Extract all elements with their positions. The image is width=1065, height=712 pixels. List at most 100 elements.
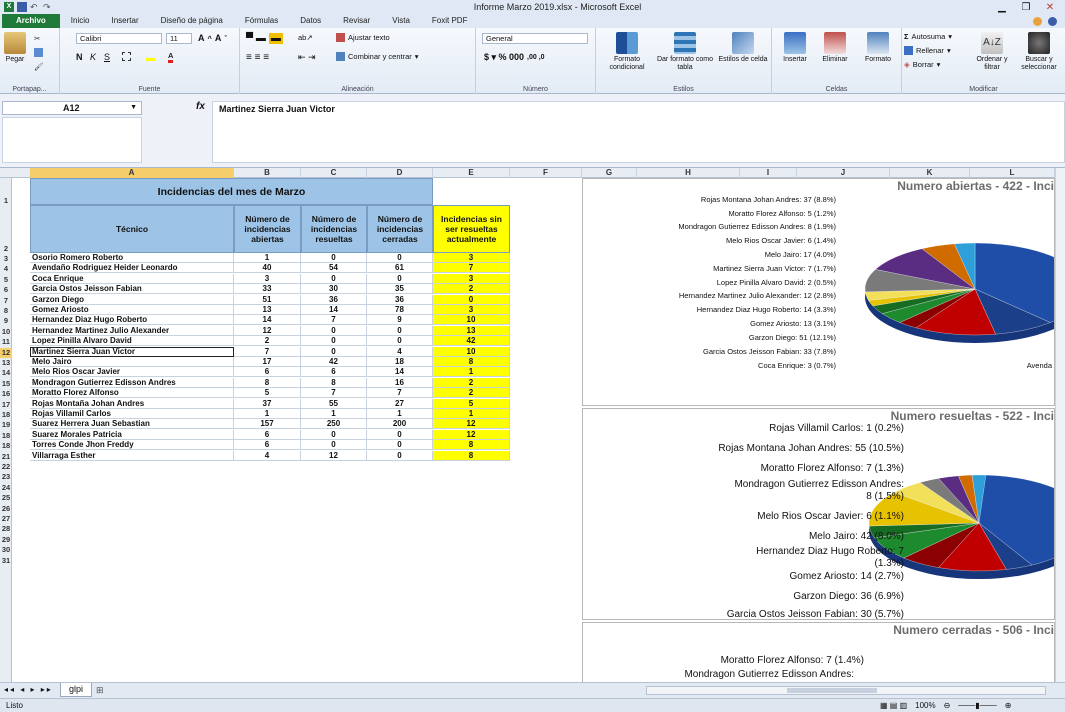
zoom-slider[interactable]: ───▮─── xyxy=(958,701,996,710)
cell-styles-button[interactable]: Estilos de celda xyxy=(718,32,768,64)
value-cell[interactable]: 0 xyxy=(301,346,367,357)
font-name-combo[interactable]: Calibri xyxy=(76,33,162,44)
value-cell[interactable]: 0 xyxy=(301,253,367,263)
close-icon[interactable]: ✕ xyxy=(1043,2,1057,13)
row-header[interactable]: 31 xyxy=(0,556,12,566)
value-cell[interactable]: 17 xyxy=(234,357,301,367)
technician-cell[interactable]: Hernandez Diaz Hugo Roberto xyxy=(30,315,234,326)
value-cell[interactable]: 0 xyxy=(301,440,367,451)
value-cell[interactable]: 42 xyxy=(301,357,367,367)
technician-cell[interactable]: Melo Rios Oscar Javier xyxy=(30,367,234,378)
row-header[interactable]: 9 xyxy=(0,316,12,326)
technician-cell[interactable]: Osorio Romero Roberto xyxy=(30,253,234,263)
minimize-icon[interactable]: ▁ xyxy=(995,2,1009,13)
value-cell[interactable]: 2 xyxy=(433,377,510,388)
row-header[interactable]: 19 xyxy=(0,420,12,430)
technician-cell[interactable]: Coca Enrique xyxy=(30,273,234,284)
column-header[interactable]: L xyxy=(970,168,1055,178)
value-cell[interactable]: 200 xyxy=(367,419,433,430)
value-cell[interactable]: 1 xyxy=(301,409,367,419)
value-cell[interactable]: 10 xyxy=(433,346,510,357)
value-cell[interactable]: 2 xyxy=(234,336,301,347)
row-header[interactable]: 28 xyxy=(0,524,12,534)
value-cell[interactable]: 12 xyxy=(433,419,510,430)
row-header[interactable]: 6 xyxy=(0,285,12,295)
value-cell[interactable]: 8 xyxy=(433,440,510,451)
technician-cell[interactable]: Lopez Pinilla Alvaro David xyxy=(30,336,234,347)
value-cell[interactable]: 2 xyxy=(433,284,510,295)
redo-icon[interactable]: ↷ xyxy=(43,2,53,12)
row-header[interactable]: 18 xyxy=(0,410,12,420)
bold-button[interactable]: N xyxy=(76,52,83,62)
value-cell[interactable]: 10 xyxy=(433,315,510,326)
help-icon[interactable] xyxy=(1033,16,1042,26)
value-cell[interactable]: 0 xyxy=(367,253,433,263)
function-icon[interactable]: fx xyxy=(196,101,205,112)
value-cell[interactable]: 2 xyxy=(433,388,510,399)
value-cell[interactable]: 0 xyxy=(367,273,433,284)
technician-cell[interactable]: Gomez Ariosto xyxy=(30,305,234,315)
value-cell[interactable]: 5 xyxy=(234,388,301,399)
row-header[interactable]: 17 xyxy=(0,400,12,410)
value-cell[interactable]: 0 xyxy=(433,294,510,305)
row-header[interactable]: 23 xyxy=(0,472,12,482)
number-format-combo[interactable]: General xyxy=(482,33,588,44)
row-header[interactable]: 10 xyxy=(0,327,12,337)
column-header[interactable]: E xyxy=(433,168,510,178)
value-cell[interactable]: 78 xyxy=(367,305,433,315)
row-header[interactable]: 14 xyxy=(0,368,12,378)
wrap-text-button[interactable]: Ajustar texto xyxy=(336,33,390,42)
vertical-scrollbar[interactable] xyxy=(1055,168,1065,682)
technician-cell[interactable]: Rojas Villamil Carlos xyxy=(30,409,234,419)
value-cell[interactable]: 7 xyxy=(301,315,367,326)
underline-button[interactable]: S xyxy=(104,52,110,62)
align-top-button[interactable]: ▀ ▬ ▬ xyxy=(246,33,283,44)
format-as-table-button[interactable]: Dar formato como tabla xyxy=(656,32,714,72)
value-cell[interactable]: 13 xyxy=(234,305,301,315)
column-header[interactable]: B xyxy=(234,168,301,178)
value-cell[interactable]: 4 xyxy=(367,346,433,357)
indent-button[interactable]: ⇤ ⇥ xyxy=(298,52,316,63)
chart-closed[interactable]: Numero cerradas - 506 - Inci Moratto Flo… xyxy=(582,622,1055,682)
spreadsheet-grid[interactable]: ABCDEFGHIJKLM 12345678910111213141516171… xyxy=(0,168,1065,682)
value-cell[interactable]: 5 xyxy=(433,398,510,409)
tab-data[interactable]: Datos xyxy=(289,14,332,28)
value-cell[interactable]: 27 xyxy=(367,398,433,409)
value-cell[interactable]: 7 xyxy=(301,388,367,399)
row-header[interactable]: 18 xyxy=(0,441,12,451)
new-sheet-icon[interactable]: ⊞ xyxy=(96,685,104,696)
column-header[interactable]: F xyxy=(510,168,582,178)
undo-icon[interactable]: ↶ xyxy=(30,2,40,12)
value-cell[interactable]: 3 xyxy=(433,305,510,315)
value-cell[interactable]: 37 xyxy=(234,398,301,409)
value-cell[interactable]: 6 xyxy=(301,367,367,378)
row-header[interactable]: 8 xyxy=(0,306,12,316)
value-cell[interactable]: 55 xyxy=(301,398,367,409)
technician-cell[interactable]: Hernandez Martinez Julio Alexander xyxy=(30,325,234,336)
value-cell[interactable]: 1 xyxy=(433,367,510,378)
value-cell[interactable]: 6 xyxy=(234,367,301,378)
grow-font-button[interactable]: A ^ Aˇ xyxy=(198,33,227,43)
value-cell[interactable]: 13 xyxy=(433,325,510,336)
orientation-button[interactable]: ab↗ xyxy=(298,33,313,42)
scroll-thumb[interactable] xyxy=(787,688,877,693)
autosum-button[interactable]: Σ Autosuma ▾ xyxy=(904,32,952,41)
value-cell[interactable]: 0 xyxy=(367,429,433,440)
value-cell[interactable]: 16 xyxy=(367,377,433,388)
value-cell[interactable]: 14 xyxy=(367,367,433,378)
row-header[interactable]: 16 xyxy=(0,389,12,399)
find-select-button[interactable]: Buscar y seleccionar xyxy=(1016,32,1062,72)
value-cell[interactable]: 1 xyxy=(234,253,301,263)
row-header[interactable]: 1 xyxy=(0,178,12,206)
row-header[interactable]: 11 xyxy=(0,337,12,347)
value-cell[interactable]: 61 xyxy=(367,263,433,274)
zoom-in-icon[interactable]: ⊕ xyxy=(1005,701,1012,710)
value-cell[interactable]: 0 xyxy=(367,450,433,461)
value-cell[interactable]: 36 xyxy=(301,294,367,305)
copy-button[interactable] xyxy=(34,48,43,57)
value-cell[interactable]: 18 xyxy=(367,357,433,367)
technician-cell[interactable]: Torres Conde Jhon Freddy xyxy=(30,440,234,451)
value-cell[interactable]: 0 xyxy=(367,440,433,451)
sheet-tab-glpi[interactable]: glpi xyxy=(60,683,93,697)
value-cell[interactable]: 42 xyxy=(433,336,510,347)
